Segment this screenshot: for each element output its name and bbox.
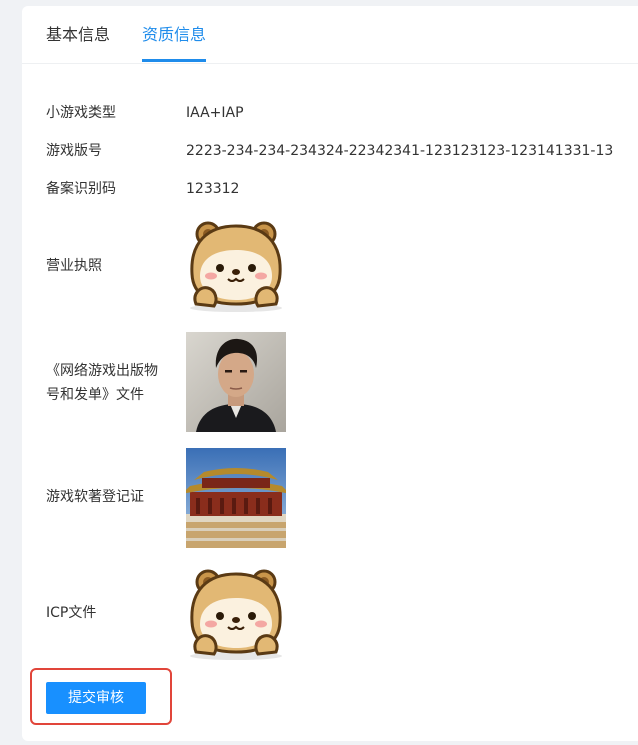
- hamster-image: [190, 221, 282, 312]
- tab-basic-info[interactable]: 基本信息: [46, 24, 110, 46]
- publication-doc-image[interactable]: [186, 332, 286, 432]
- icp-image[interactable]: [186, 564, 286, 664]
- publication-doc-label-line1: 《网络游戏出版物: [46, 363, 158, 379]
- tab-bar: 基本信息 资质信息: [22, 6, 638, 64]
- game-license-label: 游戏版号: [46, 143, 102, 159]
- hamster-image: [190, 569, 282, 660]
- submit-review-button[interactable]: 提交审核: [46, 682, 146, 714]
- software-copyright-image[interactable]: [186, 448, 286, 548]
- active-tab-indicator: [142, 59, 206, 62]
- game-type-value: IAA+IAP: [186, 105, 244, 121]
- qualification-card: 基本信息 资质信息 小游戏类型 IAA+IAP 游戏版号 2223-234-23…: [22, 6, 638, 741]
- portrait-photo-image: [186, 332, 286, 432]
- software-copyright-label: 游戏软著登记证: [46, 489, 144, 505]
- business-license-image[interactable]: [186, 216, 286, 316]
- tab-qualification-info[interactable]: 资质信息: [142, 24, 206, 46]
- publication-doc-label: 《网络游戏出版物 号和发单》文件: [46, 359, 166, 407]
- record-code-label: 备案识别码: [46, 181, 116, 197]
- icp-label: ICP文件: [46, 605, 97, 621]
- game-type-label: 小游戏类型: [46, 105, 116, 121]
- publication-doc-label-line2: 号和发单》文件: [46, 387, 144, 403]
- business-license-label: 营业执照: [46, 258, 102, 274]
- game-license-value: 2223-234-234-234324-22342341-123123123-1…: [186, 143, 614, 159]
- record-code-value: 123312: [186, 181, 240, 197]
- palace-photo-image: [186, 448, 286, 548]
